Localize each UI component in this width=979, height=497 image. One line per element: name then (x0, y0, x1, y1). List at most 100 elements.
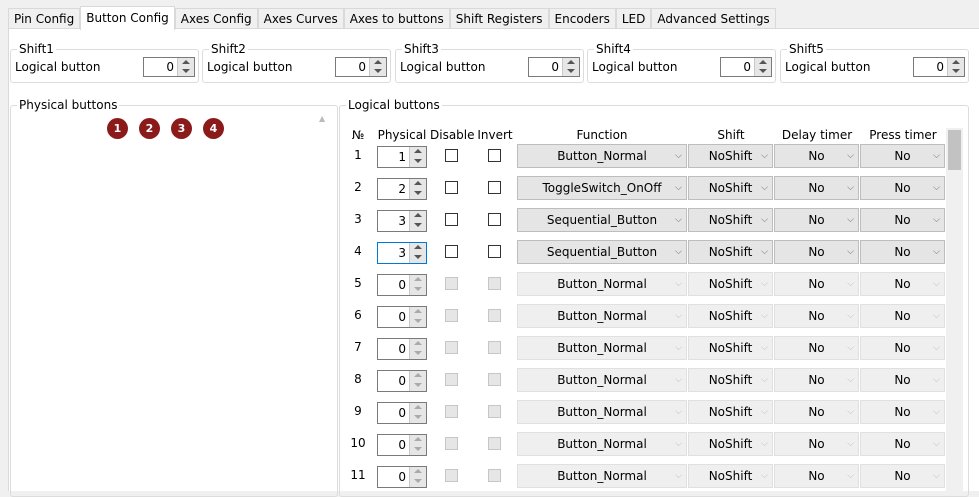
spinner-down-icon[interactable] (563, 67, 579, 76)
function-combobox[interactable]: Button_Normal ⌵ (517, 368, 687, 392)
shift-combobox[interactable]: NoShift ⌵ (688, 176, 773, 200)
physical-spinner[interactable]: 3 (377, 210, 427, 232)
physical-button-2[interactable]: 2 (139, 118, 160, 139)
physical-spinner[interactable]: 0 (377, 306, 427, 328)
physical-spinner[interactable]: 3 (377, 242, 427, 264)
tab-led[interactable]: LED (615, 8, 652, 28)
tab-axes-config[interactable]: Axes Config (174, 8, 258, 28)
spinner-down-icon[interactable] (410, 413, 426, 423)
invert-checkbox[interactable] (488, 373, 501, 386)
press-timer-combobox[interactable]: No ⌵ (860, 464, 945, 488)
disable-checkbox[interactable] (445, 309, 458, 322)
function-combobox[interactable]: Button_Normal ⌵ (517, 400, 687, 424)
scrollbar-thumb[interactable] (948, 130, 961, 170)
delay-timer-combobox[interactable]: No ⌵ (774, 304, 859, 328)
spinner-down-icon[interactable] (410, 477, 426, 487)
shift-combobox[interactable]: NoShift ⌵ (688, 304, 773, 328)
delay-timer-combobox[interactable]: No ⌵ (774, 208, 859, 232)
tab-advanced-settings[interactable]: Advanced Settings (651, 8, 776, 28)
delay-timer-combobox[interactable]: No ⌵ (774, 240, 859, 264)
shift-combobox[interactable]: NoShift ⌵ (688, 368, 773, 392)
shift-logical-button-spinner[interactable]: 0 (335, 57, 387, 77)
disable-checkbox[interactable] (445, 437, 458, 450)
shift-combobox[interactable]: NoShift ⌵ (688, 240, 773, 264)
delay-timer-combobox[interactable]: No ⌵ (774, 336, 859, 360)
shift-logical-button-spinner[interactable]: 0 (720, 57, 772, 77)
disable-checkbox[interactable] (445, 469, 458, 482)
shift-logical-button-spinner[interactable]: 0 (528, 57, 580, 77)
spinner-down-icon[interactable] (410, 253, 426, 263)
tab-button-config[interactable]: Button Config (80, 6, 175, 30)
physical-spinner[interactable]: 0 (377, 274, 427, 296)
disable-checkbox[interactable] (445, 277, 458, 290)
press-timer-combobox[interactable]: No ⌵ (860, 144, 945, 168)
press-timer-combobox[interactable]: No ⌵ (860, 240, 945, 264)
physical-scroll-up-icon[interactable]: ▲ (319, 114, 325, 123)
physical-spinner[interactable]: 0 (377, 338, 427, 360)
tab-shift-registers[interactable]: Shift Registers (449, 8, 549, 28)
delay-timer-combobox[interactable]: No ⌵ (774, 464, 859, 488)
spinner-down-icon[interactable] (410, 189, 426, 199)
physical-spinner[interactable]: 2 (377, 178, 427, 200)
press-timer-combobox[interactable]: No ⌵ (860, 336, 945, 360)
shift-combobox[interactable]: NoShift ⌵ (688, 400, 773, 424)
physical-button-4[interactable]: 4 (203, 118, 224, 139)
spinner-down-icon[interactable] (410, 381, 426, 391)
disable-checkbox[interactable] (445, 245, 458, 258)
invert-checkbox[interactable] (488, 245, 501, 258)
physical-spinner[interactable]: 0 (377, 370, 427, 392)
shift-combobox[interactable]: NoShift ⌵ (688, 336, 773, 360)
shift-combobox[interactable]: NoShift ⌵ (688, 144, 773, 168)
physical-spinner[interactable]: 0 (377, 466, 427, 488)
invert-checkbox[interactable] (488, 405, 501, 418)
function-combobox[interactable]: Button_Normal ⌵ (517, 432, 687, 456)
invert-checkbox[interactable] (488, 149, 501, 162)
tab-axes-to-buttons[interactable]: Axes to buttons (343, 8, 450, 28)
invert-checkbox[interactable] (488, 181, 501, 194)
disable-checkbox[interactable] (445, 213, 458, 226)
function-combobox[interactable]: Button_Normal ⌵ (517, 304, 687, 328)
delay-timer-combobox[interactable]: No ⌵ (774, 432, 859, 456)
spinner-down-icon[interactable] (178, 67, 194, 76)
delay-timer-combobox[interactable]: No ⌵ (774, 368, 859, 392)
shift-logical-button-spinner[interactable]: 0 (143, 57, 195, 77)
press-timer-combobox[interactable]: No ⌵ (860, 176, 945, 200)
spinner-down-icon[interactable] (410, 317, 426, 327)
disable-checkbox[interactable] (445, 373, 458, 386)
invert-checkbox[interactable] (488, 213, 501, 226)
spinner-down-icon[interactable] (410, 157, 426, 167)
delay-timer-combobox[interactable]: No ⌵ (774, 176, 859, 200)
physical-button-1[interactable]: 1 (107, 118, 128, 139)
invert-checkbox[interactable] (488, 277, 501, 290)
spinner-down-icon[interactable] (410, 349, 426, 359)
press-timer-combobox[interactable]: No ⌵ (860, 400, 945, 424)
tab-encoders[interactable]: Encoders (548, 8, 616, 28)
spinner-down-icon[interactable] (370, 67, 386, 76)
invert-checkbox[interactable] (488, 437, 501, 450)
disable-checkbox[interactable] (445, 341, 458, 354)
delay-timer-combobox[interactable]: No ⌵ (774, 400, 859, 424)
disable-checkbox[interactable] (445, 405, 458, 418)
press-timer-combobox[interactable]: No ⌵ (860, 304, 945, 328)
spinner-down-icon[interactable] (755, 67, 771, 76)
invert-checkbox[interactable] (488, 341, 501, 354)
function-combobox[interactable]: Button_Normal ⌵ (517, 272, 687, 296)
press-timer-combobox[interactable]: No ⌵ (860, 368, 945, 392)
physical-spinner[interactable]: 1 (377, 146, 427, 168)
shift-combobox[interactable]: NoShift ⌵ (688, 432, 773, 456)
function-combobox[interactable]: ToggleSwitch_OnOff ⌵ (517, 176, 687, 200)
shift-combobox[interactable]: NoShift ⌵ (688, 272, 773, 296)
spinner-down-icon[interactable] (410, 221, 426, 231)
invert-checkbox[interactable] (488, 309, 501, 322)
function-combobox[interactable]: Button_Normal ⌵ (517, 464, 687, 488)
function-combobox[interactable]: Sequential_Button ⌵ (517, 208, 687, 232)
disable-checkbox[interactable] (445, 149, 458, 162)
shift-combobox[interactable]: NoShift ⌵ (688, 464, 773, 488)
spinner-down-icon[interactable] (410, 285, 426, 295)
invert-checkbox[interactable] (488, 469, 501, 482)
delay-timer-combobox[interactable]: No ⌵ (774, 144, 859, 168)
delay-timer-combobox[interactable]: No ⌵ (774, 272, 859, 296)
function-combobox[interactable]: Sequential_Button ⌵ (517, 240, 687, 264)
press-timer-combobox[interactable]: No ⌵ (860, 208, 945, 232)
spinner-down-icon[interactable] (948, 67, 964, 76)
